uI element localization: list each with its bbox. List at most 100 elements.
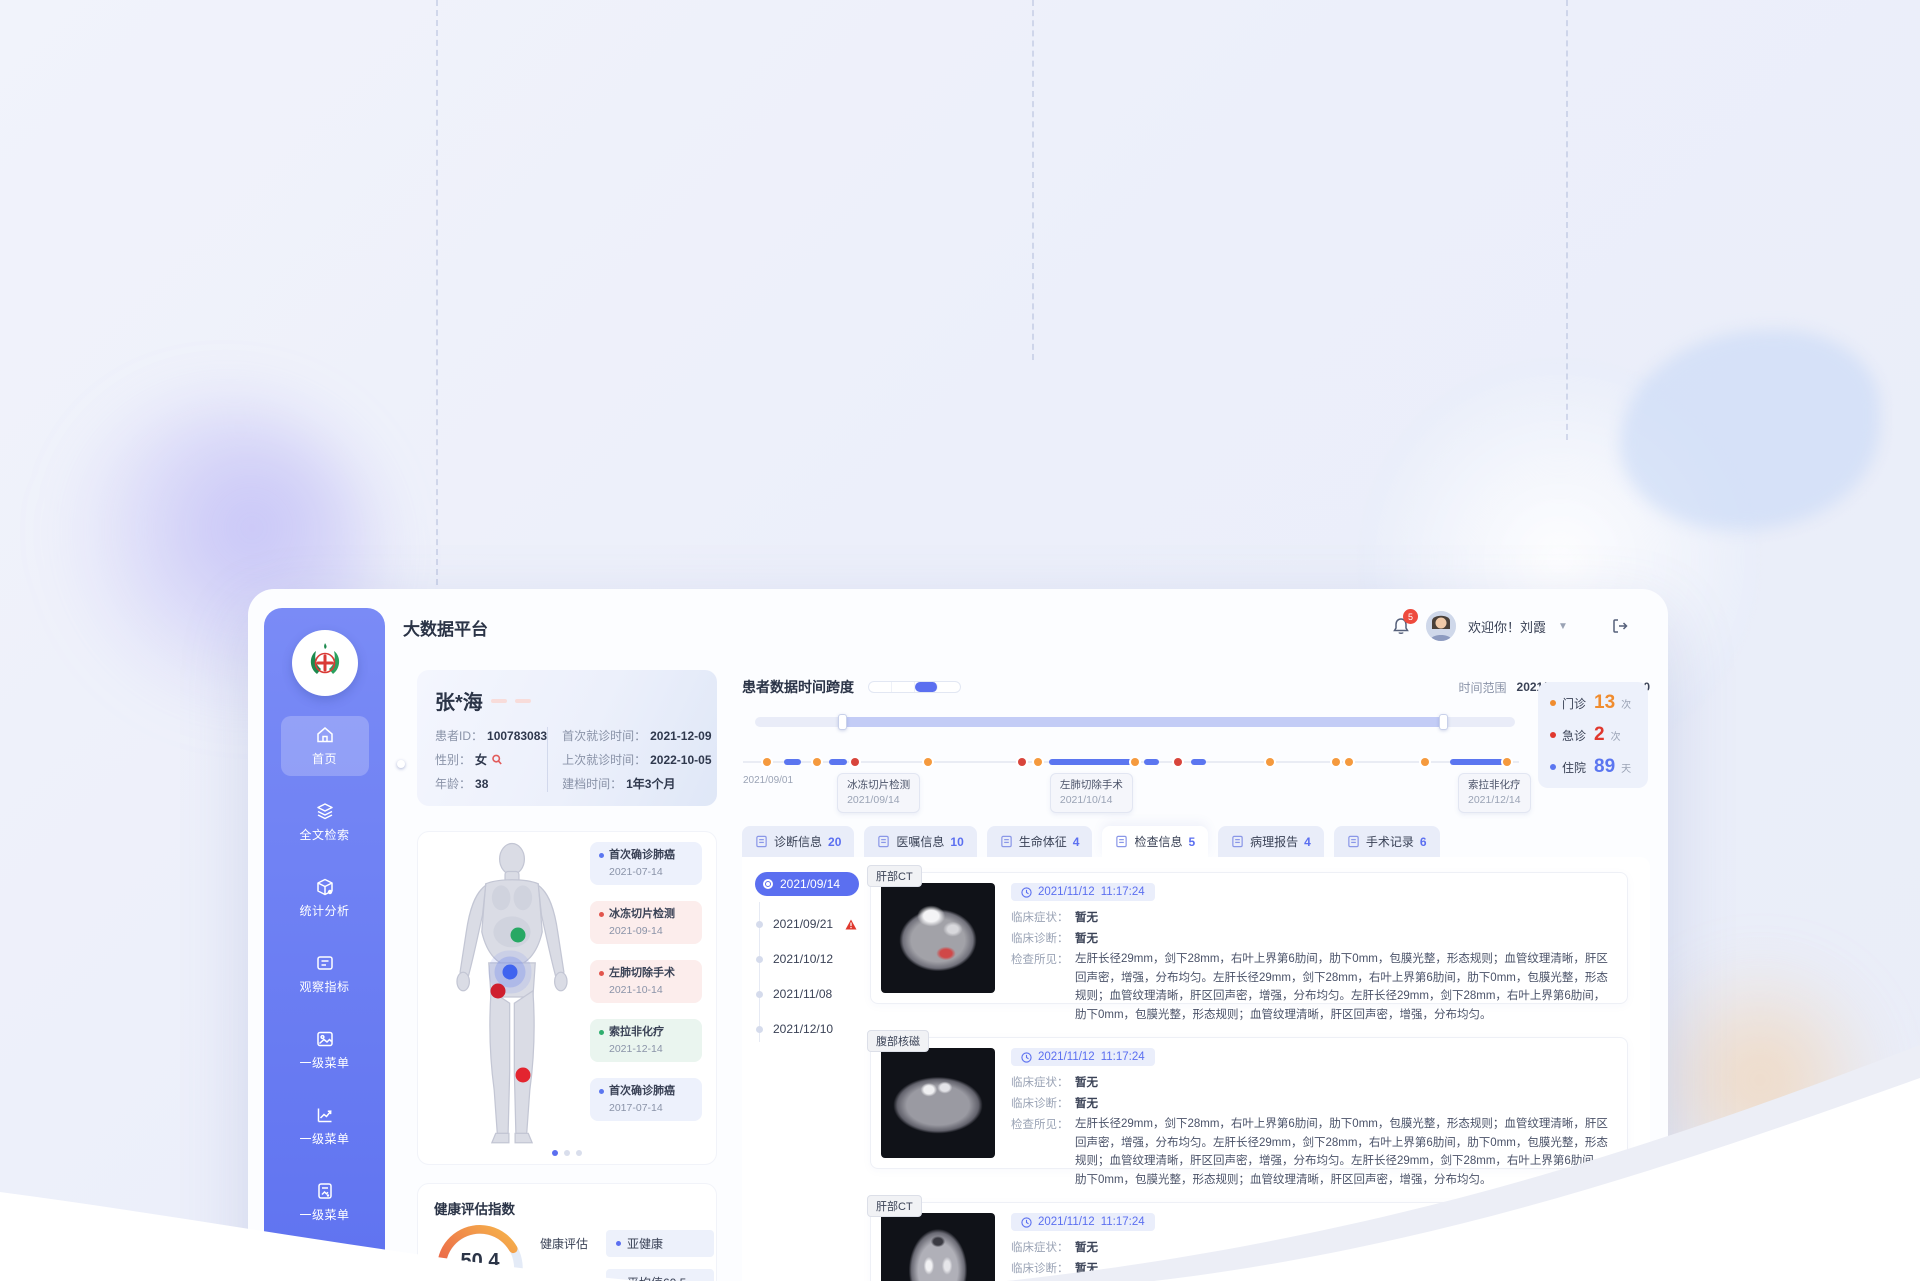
exam-row: 临床症状： 暂无	[1011, 1073, 1613, 1094]
timeline-event[interactable]	[851, 758, 859, 766]
chevron-down-icon[interactable]: ▼	[1558, 621, 1568, 632]
event-tooltip[interactable]: 左肺切除手术 2021/10/14	[1050, 773, 1133, 813]
timeline-event[interactable]	[1503, 758, 1511, 766]
body-event-card[interactable]: 左肺切除手术 2021-10-14	[590, 960, 702, 1003]
patient-tags	[491, 699, 531, 703]
slider-handle-left[interactable]	[838, 714, 847, 730]
avatar-image	[1426, 611, 1456, 641]
date-label: 2021/11/08	[773, 987, 832, 1001]
timeline-event[interactable]	[784, 759, 801, 765]
date-item[interactable]: 2021/11/08	[755, 987, 875, 1001]
tab-count: 20	[828, 835, 841, 849]
tab-label: 检查信息	[1134, 833, 1182, 850]
body-event-card[interactable]: 冰冻切片检测 2021-09-14	[590, 901, 702, 944]
event-tooltip[interactable]: 冰冻切片检测 2021/09/14	[837, 773, 920, 813]
exam-card[interactable]: 腹部核磁 2021/11/12 11:17:24 临床症状： 暂无	[870, 1037, 1628, 1169]
ct-image[interactable]	[881, 1048, 995, 1158]
timeline-slider[interactable]	[755, 717, 1515, 727]
body-event-card[interactable]: 首次确诊肺癌 2021-07-14	[590, 842, 702, 885]
timeline-event[interactable]	[1191, 759, 1206, 765]
timeline-event[interactable]	[1018, 758, 1026, 766]
row-label: 临床诊断：	[1011, 1259, 1075, 1280]
body-marker-dot[interactable]	[503, 965, 518, 980]
tab-doc-icon	[877, 835, 890, 848]
patient-detail-row: 年龄： 38	[435, 775, 547, 792]
event-bullet	[599, 1089, 604, 1094]
row-value: 暂无	[1075, 929, 1098, 950]
page-dot[interactable]	[576, 1150, 582, 1156]
date-item[interactable]: 2021/10/12	[755, 952, 875, 966]
rail-dot	[756, 1026, 763, 1033]
time-range-button[interactable]	[892, 682, 915, 692]
sidebar-item[interactable]: 一级菜单	[281, 1020, 369, 1080]
body-marker-dot[interactable]	[516, 1067, 531, 1082]
tooltip-title: 索拉非化疗	[1468, 778, 1521, 793]
exam-card[interactable]: 肝部CT 2021/11/12 11:17:24 临床症状： 暂无	[870, 872, 1628, 1004]
timeline-event[interactable]	[1332, 758, 1340, 766]
page-dot[interactable]	[564, 1150, 570, 1156]
sidebar-item[interactable]: 全文检索	[281, 792, 369, 852]
slider-handle-right[interactable]	[1439, 714, 1448, 730]
row-value: 暂无	[1075, 1238, 1098, 1259]
info-tab[interactable]: 病理报告 4	[1218, 826, 1324, 857]
timeline-event[interactable]	[1174, 758, 1182, 766]
body-map-card: 首次确诊肺癌 2021-07-14 冰冻切片检测 2021-09-14	[417, 831, 717, 1165]
time-range-button[interactable]	[869, 682, 892, 692]
body-event-title: 首次确诊肺癌	[609, 849, 675, 862]
body-event-card[interactable]: 索拉非化疗 2021-12-14	[590, 1019, 702, 1062]
info-tab[interactable]: 诊断信息 20	[742, 826, 854, 857]
info-tab[interactable]: 生命体征 4	[987, 826, 1093, 857]
hospital-logo	[292, 630, 358, 696]
page-dot-active[interactable]	[552, 1150, 558, 1156]
timeline-event[interactable]	[763, 758, 771, 766]
notification-bell-button[interactable]: 5	[1388, 613, 1414, 639]
logout-button[interactable]	[1606, 612, 1634, 640]
info-tab[interactable]: 医嘱信息 10	[864, 826, 976, 857]
exam-row: 临床诊断： 暂无	[1011, 1094, 1613, 1115]
detail-label: 患者ID：	[435, 727, 483, 744]
body-event-card[interactable]: 首次确诊肺癌 2017-07-14	[590, 1078, 702, 1121]
sidebar-item[interactable]: 观察指标	[281, 944, 369, 1004]
health-rows: 健康评估 亚健康 平均值60.5	[540, 1230, 714, 1281]
timeline-event[interactable]	[1131, 758, 1139, 766]
ct-image[interactable]	[881, 1213, 995, 1281]
timeline-event[interactable]	[1266, 758, 1274, 766]
body-event-date: 2021-09-14	[609, 925, 693, 937]
timeline-event[interactable]	[1049, 759, 1133, 765]
stat-bullet	[1550, 732, 1556, 738]
timeline-event[interactable]	[829, 759, 847, 765]
date-item[interactable]: 2021/09/21	[755, 917, 875, 931]
event-tooltip[interactable]: 索拉非化疗 2021/12/14	[1458, 773, 1531, 813]
timeline-event[interactable]	[1144, 759, 1159, 765]
exam-card[interactable]: 肝部CT 2021/11/12 11:17:24 临床症状： 暂无	[870, 1202, 1628, 1281]
carousel-pagination[interactable]	[552, 1150, 582, 1156]
sidebar-item[interactable]: 一级菜单	[281, 1172, 369, 1232]
user-avatar[interactable]	[1426, 611, 1456, 641]
sidebar-item[interactable]: 一级菜单	[281, 1096, 369, 1156]
health-row-pill: 亚健康	[606, 1230, 714, 1257]
timeline-event[interactable]	[1450, 759, 1505, 765]
body-marker-dot[interactable]	[490, 983, 505, 998]
page-background: 首页 全文检索 统计分析 观察指标	[0, 0, 1920, 1281]
sidebar-item[interactable]: 统计分析	[281, 868, 369, 928]
ct-image[interactable]	[881, 883, 995, 993]
body-event-date: 2021-07-14	[609, 866, 693, 878]
body-marker-dot[interactable]	[511, 928, 526, 943]
tooltip-date: 2021/09/14	[847, 793, 910, 808]
stat-value: 13	[1594, 692, 1615, 714]
date-item-active[interactable]: 2021/09/14	[755, 872, 859, 896]
date-item[interactable]: 2021/12/10	[755, 1022, 875, 1036]
timeline-event[interactable]	[924, 758, 932, 766]
time-range-button[interactable]	[938, 682, 960, 692]
timeline-event[interactable]	[1345, 758, 1353, 766]
timeline-event[interactable]	[813, 758, 821, 766]
sidebar-item[interactable]: 首页	[281, 716, 369, 776]
timeline-event[interactable]	[1034, 758, 1042, 766]
timeline-event[interactable]	[1421, 758, 1429, 766]
slider-fill	[842, 717, 1442, 727]
info-tab[interactable]: 检查信息 5	[1102, 826, 1208, 857]
sidebar-item-label: 一级菜单	[299, 1206, 349, 1223]
stat-label: 住院	[1562, 759, 1586, 776]
info-tab[interactable]: 手术记录 6	[1334, 826, 1440, 857]
time-range-button[interactable]	[915, 682, 938, 692]
